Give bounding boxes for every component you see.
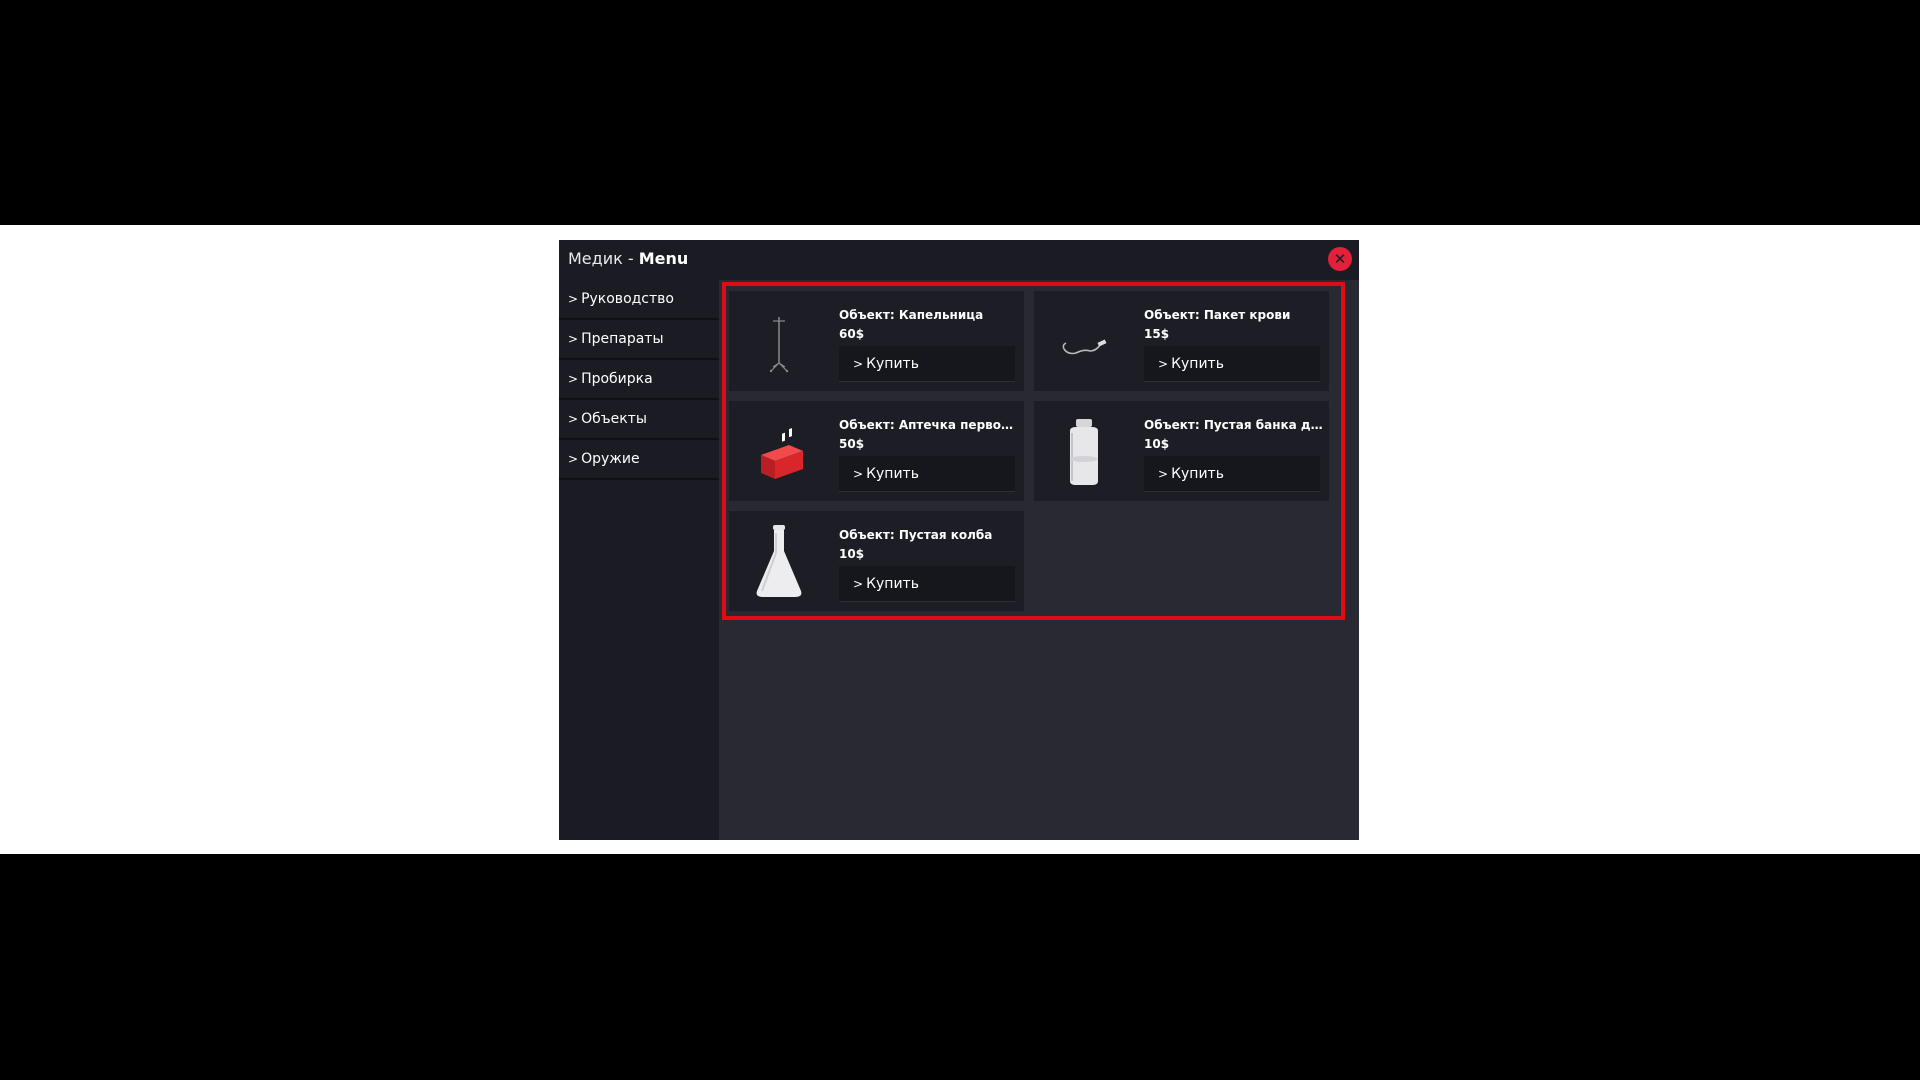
chevron-right-icon: >: [568, 332, 579, 346]
shop-item-card: Объект: Пустая банка для... 10$ > Купить: [1034, 401, 1329, 501]
sidebar-item-label: Руководство: [581, 291, 674, 307]
window-title: Медик - Menu: [568, 249, 688, 268]
buy-button-label: Купить: [1171, 356, 1224, 372]
item-name: Объект: Пустая колба: [839, 528, 993, 542]
letterbox-bottom: [0, 854, 1920, 1080]
chevron-right-icon: >: [568, 372, 579, 386]
close-icon: ✕: [1333, 250, 1347, 268]
empty-jar-icon: [1034, 401, 1134, 501]
title-app-name: Медик: [568, 249, 623, 268]
item-price: 60$: [839, 327, 865, 341]
buy-button-label: Купить: [866, 356, 919, 372]
sidebar-item-label: Оружие: [581, 451, 640, 467]
blood-bag-icon: [1034, 291, 1134, 391]
sidebar-item-label: Пробирка: [581, 371, 653, 387]
shop-item-card: Объект: Пакет крови 15$ > Купить: [1034, 291, 1329, 391]
chevron-right-icon: >: [1158, 357, 1169, 371]
buy-button[interactable]: > Купить: [839, 346, 1015, 382]
sidebar-item-objects[interactable]: > Объекты: [559, 400, 719, 440]
chevron-right-icon: >: [568, 412, 579, 426]
empty-flask-icon: [729, 511, 829, 611]
iv-drip-stand-icon: [729, 291, 829, 391]
shop-content-area: Объект: Капельница 60$ > Купить Объект: П…: [719, 280, 1359, 840]
item-price: 10$: [839, 547, 865, 561]
shop-item-card: Объект: Аптечка первой ... 50$ > Купить: [729, 401, 1024, 501]
shop-item-card: Объект: Капельница 60$ > Купить: [729, 291, 1024, 391]
item-price: 15$: [1144, 327, 1170, 341]
letterbox-top: [0, 0, 1920, 225]
titlebar: Медик - Menu ✕: [559, 240, 1359, 280]
chevron-right-icon: >: [853, 357, 864, 371]
buy-button[interactable]: > Купить: [839, 456, 1015, 492]
chevron-right-icon: >: [568, 452, 579, 466]
item-name: Объект: Пустая банка для...: [1144, 418, 1324, 432]
shop-item-card: Объект: Пустая колба 10$ > Купить: [729, 511, 1024, 611]
close-button[interactable]: ✕: [1328, 247, 1352, 271]
buy-button[interactable]: > Купить: [839, 566, 1015, 602]
chevron-right-icon: >: [1158, 467, 1169, 481]
title-separator: -: [627, 249, 634, 268]
sidebar: > Руководство > Препараты > Пробирка > Объек…: [559, 280, 719, 840]
buy-button-label: Купить: [866, 466, 919, 482]
buy-button[interactable]: > Купить: [1144, 456, 1320, 492]
sidebar-item-label: Препараты: [581, 331, 664, 347]
chevron-right-icon: >: [853, 577, 864, 591]
buy-button[interactable]: > Купить: [1144, 346, 1320, 382]
chevron-right-icon: >: [568, 292, 579, 306]
item-name: Объект: Пакет крови: [1144, 308, 1291, 322]
medic-menu-window: Медик - Menu ✕ > Руководство > Препараты >…: [559, 240, 1359, 840]
sidebar-item-drugs[interactable]: > Препараты: [559, 320, 719, 360]
item-price: 10$: [1144, 437, 1170, 451]
buy-button-label: Купить: [1171, 466, 1224, 482]
sidebar-item-label: Объекты: [581, 411, 647, 427]
title-menu-label: Menu: [638, 249, 689, 268]
item-name: Объект: Капельница: [839, 308, 984, 322]
buy-button-label: Купить: [866, 576, 919, 592]
chevron-right-icon: >: [853, 467, 864, 481]
item-name: Объект: Аптечка первой ...: [839, 418, 1019, 432]
sidebar-item-guide[interactable]: > Руководство: [559, 280, 719, 320]
first-aid-kit-icon: [729, 401, 829, 501]
item-price: 50$: [839, 437, 865, 451]
sidebar-item-test-tube[interactable]: > Пробирка: [559, 360, 719, 400]
sidebar-item-weapons[interactable]: > Оружие: [559, 440, 719, 480]
